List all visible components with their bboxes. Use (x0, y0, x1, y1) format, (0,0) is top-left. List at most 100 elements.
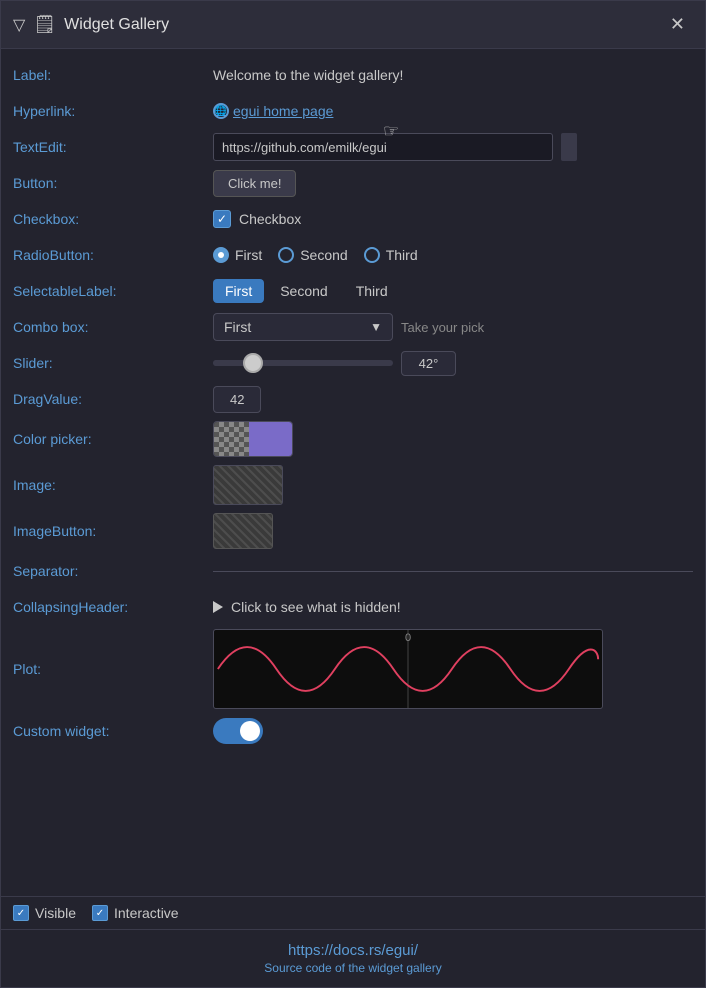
slider-row: Slider: 42° (13, 345, 693, 381)
title-bar: ▽ 🗒 Widget Gallery ✕ (1, 1, 705, 49)
textedit-input[interactable] (213, 133, 553, 161)
hyperlink-content: 🌐 egui home page ☞ (213, 103, 693, 119)
toggle-thumb (240, 721, 260, 741)
selectable-group: First Second Third (213, 279, 400, 303)
checkbox-content: ✓ Checkbox (213, 210, 693, 228)
visible-label: Visible (35, 905, 76, 921)
collapsing-header[interactable]: Click to see what is hidden! (213, 599, 401, 615)
combobox-row: Combo box: First ▼ Take your pick (13, 309, 693, 345)
toggle-switch[interactable] (213, 718, 263, 744)
hyperlink-row: Hyperlink: 🌐 egui home page ☞ (13, 93, 693, 129)
hyperlink-text: egui home page (233, 103, 333, 119)
interactive-label: Interactive (114, 905, 179, 921)
combo-box[interactable]: First ▼ (213, 313, 393, 341)
content-area: Label: Welcome to the widget gallery! Hy… (1, 49, 705, 896)
custom-widget-key: Custom widget: (13, 723, 213, 739)
color-checker-pattern (214, 422, 249, 456)
checkbox-label: Checkbox (239, 211, 301, 227)
selectable-third[interactable]: Third (344, 279, 400, 303)
image-placeholder (213, 465, 283, 505)
radio-circle-third (364, 247, 380, 263)
separator-row: Separator: (13, 553, 693, 589)
plot-zero-label: 0 (405, 632, 411, 644)
collapse-triangle-icon (213, 601, 223, 613)
image-noise (214, 466, 282, 504)
combo-box-value: First (224, 319, 362, 335)
drag-value[interactable]: 42 (213, 386, 261, 413)
textedit-content (213, 133, 693, 161)
custom-widget-row: Custom widget: (13, 713, 693, 749)
close-button[interactable]: ✕ (662, 10, 693, 39)
hyperlink-key: Hyperlink: (13, 103, 213, 119)
radio-second[interactable]: Second (278, 247, 347, 263)
interactive-checkbox-box: ✓ (92, 905, 108, 921)
title-bar-left: ▽ 🗒 Widget Gallery (13, 14, 169, 35)
combo-hint: Take your pick (401, 320, 484, 335)
textedit-row: TextEdit: (13, 129, 693, 165)
bottom-bar: ✓ Visible ✓ Interactive (1, 896, 705, 929)
image-button[interactable] (213, 513, 273, 549)
color-picker-swatch[interactable] (213, 421, 293, 457)
window-title: Widget Gallery (64, 16, 169, 34)
radio-label-third: Third (386, 247, 418, 263)
slider-track[interactable] (213, 360, 393, 366)
menu-icon[interactable]: ▽ (13, 15, 25, 35)
checkbox-wrapper[interactable]: ✓ Checkbox (213, 210, 301, 228)
textedit-scrollbar[interactable] (561, 133, 577, 161)
checkbox-key: Checkbox: (13, 211, 213, 227)
imagebutton-key: ImageButton: (13, 523, 213, 539)
label-key: Label: (13, 67, 213, 83)
textedit-key: TextEdit: (13, 139, 213, 155)
imagebutton-noise (214, 514, 272, 548)
footer-link[interactable]: https://docs.rs/egui/ (13, 942, 693, 959)
window-icon: 🗒 (33, 14, 56, 35)
dragvalue-key: DragValue: (13, 391, 213, 407)
radio-circle-second (278, 247, 294, 263)
checkbox-row: Checkbox: ✓ Checkbox (13, 201, 693, 237)
collapsing-header-row: CollapsingHeader: Click to see what is h… (13, 589, 693, 625)
dragvalue-content: 42 (213, 386, 693, 413)
hyperlink-icon: 🌐 (213, 103, 229, 119)
imagebutton-content (213, 513, 693, 549)
radio-circle-first (213, 247, 229, 263)
hyperlink-link[interactable]: 🌐 egui home page (213, 103, 333, 119)
selectable-label-content: First Second Third (213, 279, 693, 303)
footer-sub: Source code of the widget gallery (13, 961, 693, 975)
plot-content: 0 (213, 629, 693, 709)
colorpicker-content (213, 421, 693, 457)
combo-arrow-icon: ▼ (370, 320, 382, 334)
radiobutton-row: RadioButton: First Second Third (13, 237, 693, 273)
checkbox-box: ✓ (213, 210, 231, 228)
visible-checkbox[interactable]: ✓ Visible (13, 905, 76, 921)
separator-line (213, 571, 693, 572)
radiobutton-content: First Second Third (213, 247, 693, 263)
footer: https://docs.rs/egui/ Source code of the… (1, 929, 705, 987)
button-key: Button: (13, 175, 213, 191)
slider-container: 42° (213, 351, 456, 376)
label-row: Label: Welcome to the widget gallery! (13, 57, 693, 93)
selectable-first[interactable]: First (213, 279, 264, 303)
image-key: Image: (13, 477, 213, 493)
colorpicker-key: Color picker: (13, 431, 213, 447)
radiobutton-key: RadioButton: (13, 247, 213, 263)
radio-first[interactable]: First (213, 247, 262, 263)
dragvalue-row: DragValue: 42 (13, 381, 693, 417)
selectable-second[interactable]: Second (268, 279, 339, 303)
radio-third[interactable]: Third (364, 247, 418, 263)
collapsing-header-key: CollapsingHeader: (13, 599, 213, 615)
radio-label-first: First (235, 247, 262, 263)
slider-content: 42° (213, 351, 693, 376)
separator-content (213, 567, 693, 576)
radio-label-second: Second (300, 247, 347, 263)
slider-value: 42° (401, 351, 456, 376)
slider-key: Slider: (13, 355, 213, 371)
plot-container[interactable]: 0 (213, 629, 603, 709)
selectable-label-key: SelectableLabel: (13, 283, 213, 299)
slider-thumb[interactable] (243, 353, 263, 373)
selectable-label-row: SelectableLabel: First Second Third (13, 273, 693, 309)
interactive-checkbox[interactable]: ✓ Interactive (92, 905, 179, 921)
combobox-key: Combo box: (13, 319, 213, 335)
color-solid (249, 422, 292, 456)
collapsing-text: Click to see what is hidden! (231, 599, 401, 615)
click-me-button[interactable]: Click me! (213, 170, 296, 197)
